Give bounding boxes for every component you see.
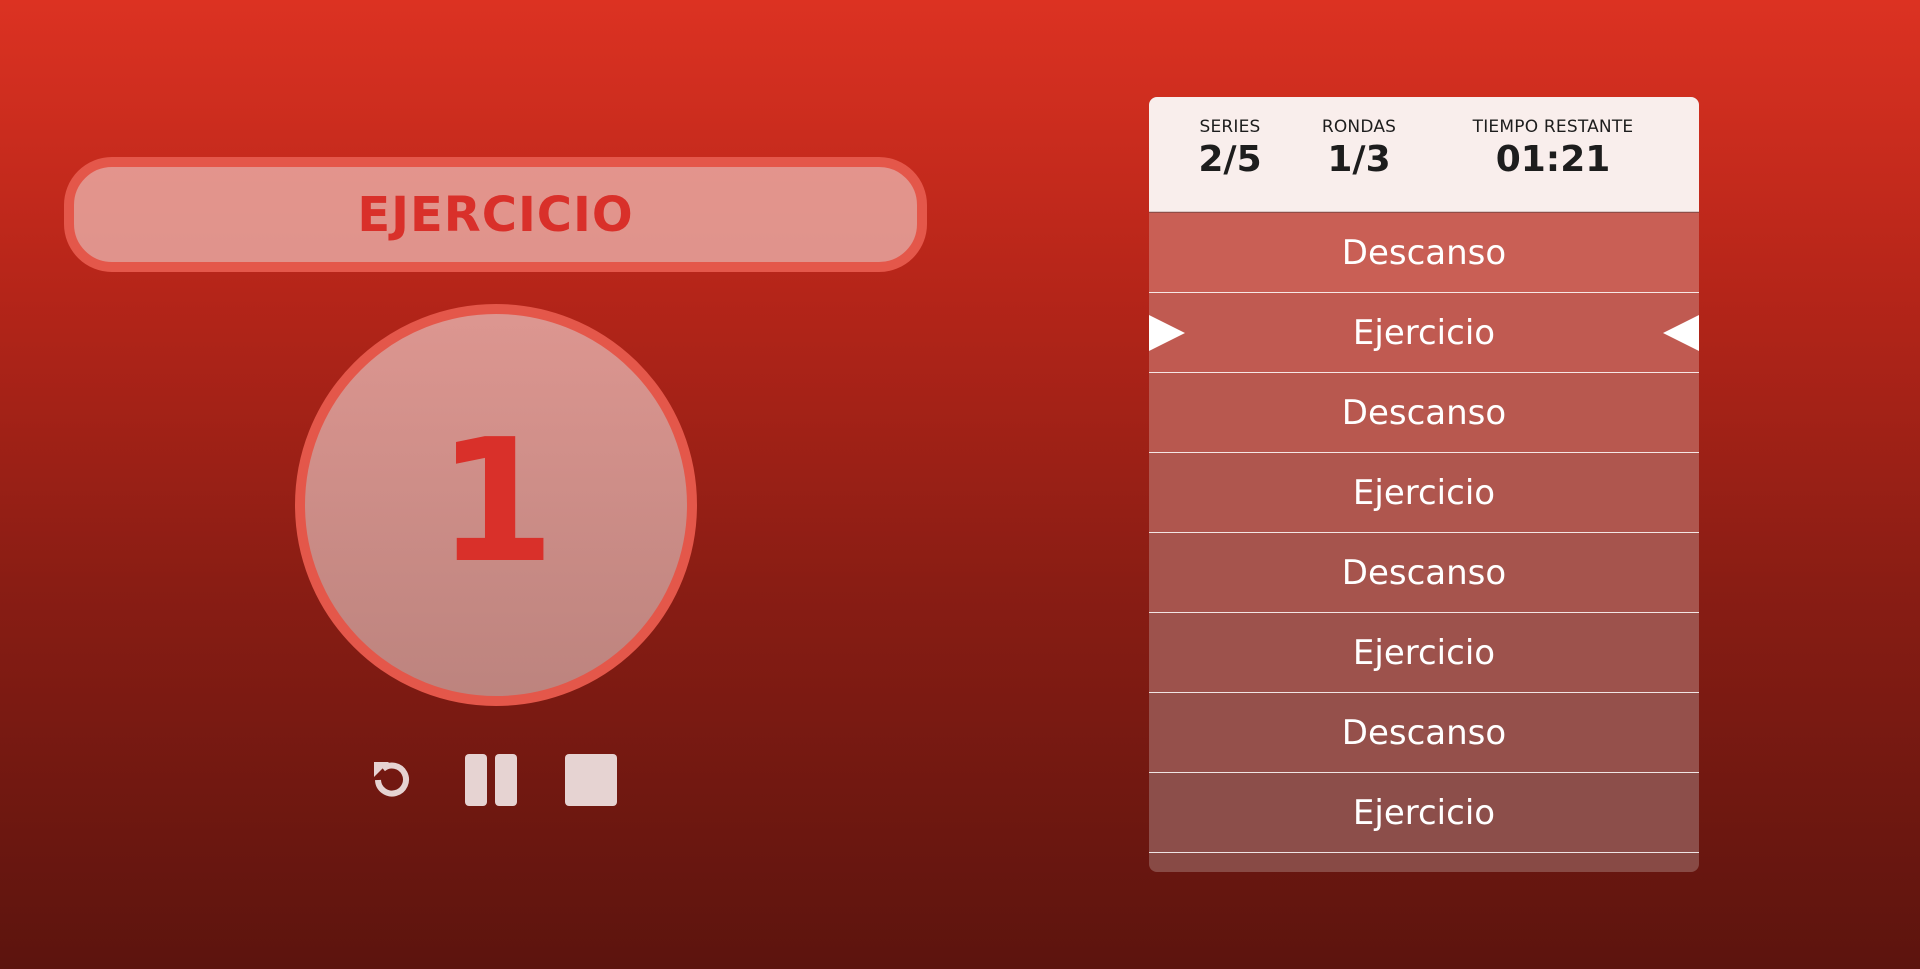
countdown-circle: 1 <box>295 304 697 706</box>
phase-label: EJERCICIO <box>357 186 634 243</box>
stop-icon <box>565 754 617 806</box>
time-left-value: 01:21 <box>1495 139 1611 180</box>
series-label: SERIES <box>1199 117 1261 137</box>
pause-button[interactable] <box>464 752 518 808</box>
workout-panel: SERIES 2/5 RONDAS 1/3 TIEMPO RESTANTE 01… <box>1149 97 1699 872</box>
rounds-value: 1/3 <box>1327 139 1391 180</box>
phase-label-pill: EJERCICIO <box>64 157 927 272</box>
schedule-item-label: Descanso <box>1341 232 1507 273</box>
stop-button[interactable] <box>564 752 618 808</box>
rounds-label: RONDAS <box>1321 117 1397 137</box>
schedule-item[interactable]: Ejercicio <box>1149 613 1699 693</box>
schedule-item-label: Ejercicio <box>1352 792 1496 833</box>
schedule-item[interactable]: Descanso <box>1149 693 1699 773</box>
schedule-item-label: Descanso <box>1341 712 1507 753</box>
schedule-item-label: Descanso <box>1341 552 1507 593</box>
restart-button[interactable] <box>364 752 418 808</box>
schedule-item-current[interactable]: Ejercicio <box>1149 293 1699 373</box>
time-left-label: TIEMPO RESTANTE <box>1472 117 1634 137</box>
pause-icon <box>465 754 517 806</box>
schedule-item-label: Ejercicio <box>1352 312 1496 353</box>
schedule-item[interactable]: Ejercicio <box>1149 453 1699 533</box>
stats-header: SERIES 2/5 RONDAS 1/3 TIEMPO RESTANTE 01… <box>1149 97 1699 212</box>
current-marker-right-icon <box>1663 314 1699 351</box>
series-stat: SERIES 2/5 <box>1198 117 1261 180</box>
rounds-stat: RONDAS 1/3 <box>1322 117 1396 180</box>
playback-controls <box>364 752 618 808</box>
countdown-value: 1 <box>436 403 556 601</box>
schedule-item[interactable]: Ejercicio <box>1149 773 1699 853</box>
schedule-item-label: Ejercicio <box>1352 472 1496 513</box>
series-value: 2/5 <box>1198 139 1262 180</box>
schedule-item[interactable]: Descanso <box>1149 213 1699 293</box>
schedule-item[interactable]: Descanso <box>1149 533 1699 613</box>
current-marker-left-icon <box>1149 314 1185 351</box>
schedule-list: Descanso Ejercicio Descanso Ejercicio De… <box>1149 213 1699 853</box>
restart-icon <box>374 762 409 797</box>
schedule-item-label: Ejercicio <box>1352 632 1496 673</box>
schedule-item[interactable]: Descanso <box>1149 373 1699 453</box>
schedule-item-label: Descanso <box>1341 392 1507 433</box>
time-left-stat: TIEMPO RESTANTE 01:21 <box>1473 117 1634 180</box>
